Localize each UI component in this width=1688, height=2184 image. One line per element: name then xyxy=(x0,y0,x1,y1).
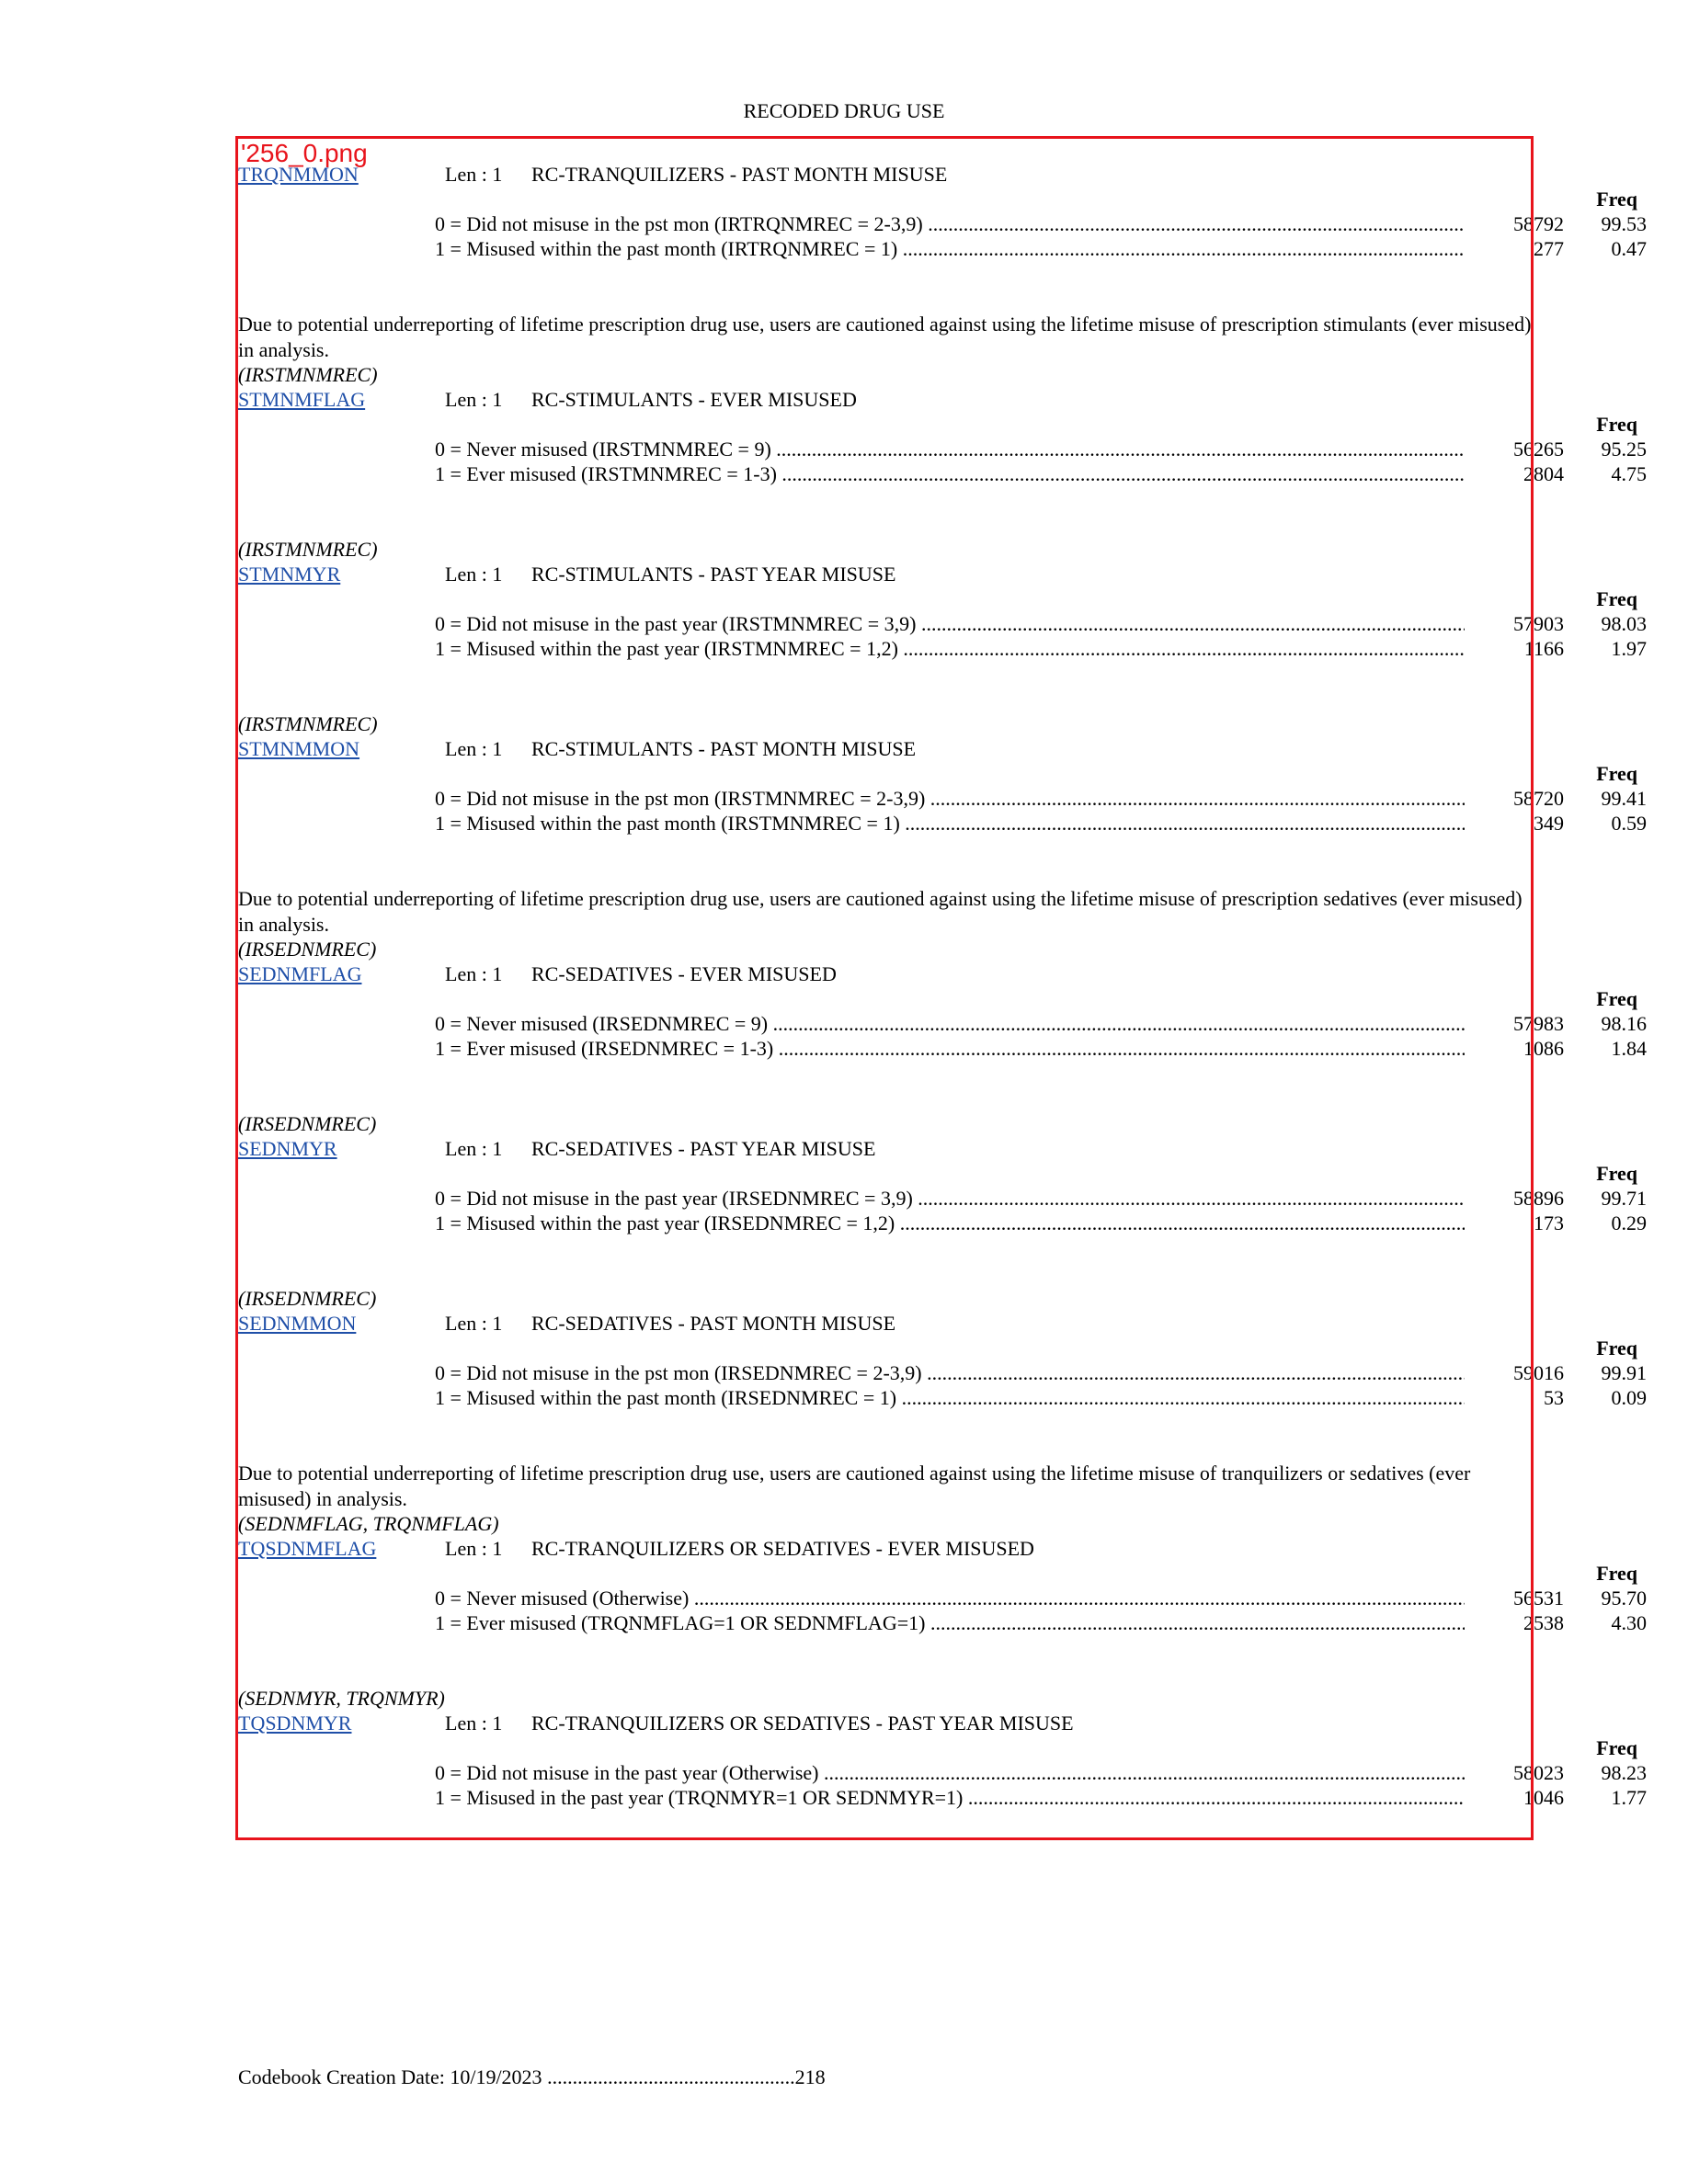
freq-header: Freq xyxy=(1596,1162,1637,1185)
pct-value: 98.03 xyxy=(1601,612,1648,635)
pct-value: 95.25 xyxy=(1601,438,1648,461)
freq-header: Freq xyxy=(1596,1736,1637,1759)
pct-value: 99.41 xyxy=(1601,787,1648,810)
pct-value: 99.71 xyxy=(1601,1187,1648,1210)
freq-header: Freq xyxy=(1596,413,1637,436)
freq-header: Freq xyxy=(1596,1337,1637,1359)
screenshot-filename-label: '256_0.png xyxy=(241,139,370,167)
pct-value: 0.09 xyxy=(1611,1386,1648,1409)
pct-value: 1.97 xyxy=(1611,637,1648,660)
pct-value: 0.47 xyxy=(1611,237,1648,260)
freq-header: Freq xyxy=(1596,762,1637,785)
freq-header: Freq xyxy=(1596,1562,1637,1585)
pct-value: 1.84 xyxy=(1611,1037,1648,1060)
pct-value: 4.75 xyxy=(1611,462,1648,485)
page-footer: Codebook Creation Date: 10/19/2023 .....… xyxy=(238,2065,826,2090)
freq-header: Freq xyxy=(1596,587,1637,610)
pct-value: 0.29 xyxy=(1611,1211,1648,1234)
pct-value: 4.30 xyxy=(1611,1611,1648,1634)
pct-value: 1.77 xyxy=(1611,1786,1648,1809)
freq-header: Freq xyxy=(1596,188,1637,210)
footer-leader-dots: ........................................… xyxy=(542,2065,795,2088)
page-header: RECODED DRUG USE xyxy=(743,99,945,122)
pct-value: 98.16 xyxy=(1601,1012,1648,1035)
footer-creation-date: Codebook Creation Date: 10/19/2023 xyxy=(238,2065,542,2088)
screenshot-region-box xyxy=(235,136,1534,1840)
footer-page-number: 218 xyxy=(794,2065,826,2088)
pct-value: 95.70 xyxy=(1601,1587,1648,1610)
pct-value: 98.23 xyxy=(1601,1761,1648,1784)
pct-value: 0.59 xyxy=(1611,812,1648,835)
pct-value: 99.53 xyxy=(1601,212,1648,235)
freq-header: Freq xyxy=(1596,987,1637,1010)
pct-value: 99.91 xyxy=(1601,1361,1648,1384)
